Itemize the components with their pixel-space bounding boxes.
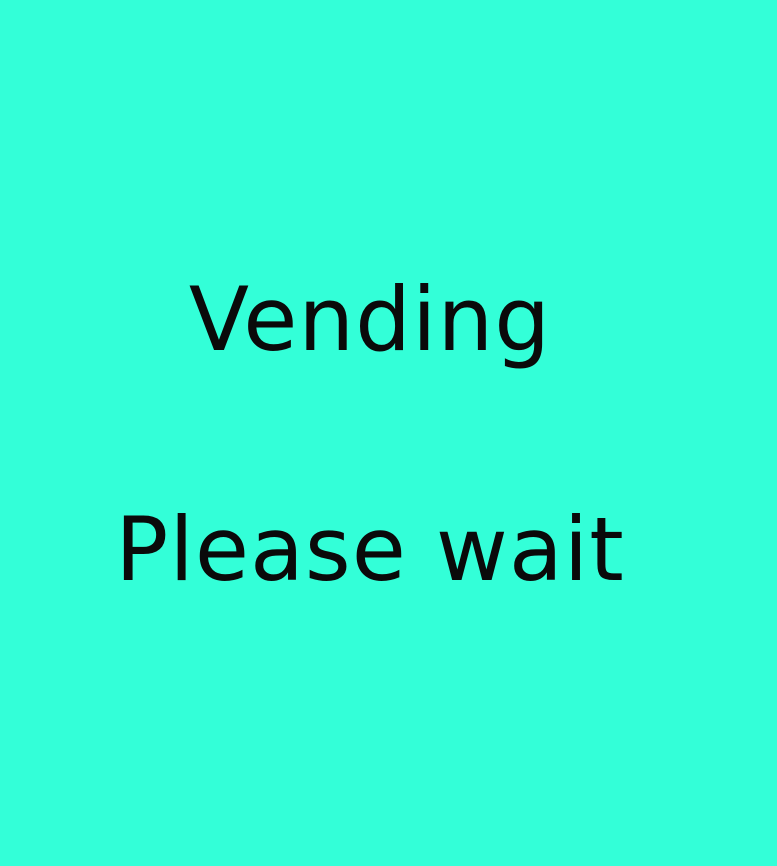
vending-status-title: Vending: [188, 268, 552, 371]
vending-status-screen: Vending Please wait: [0, 0, 777, 866]
please-wait-message: Please wait: [115, 498, 625, 601]
